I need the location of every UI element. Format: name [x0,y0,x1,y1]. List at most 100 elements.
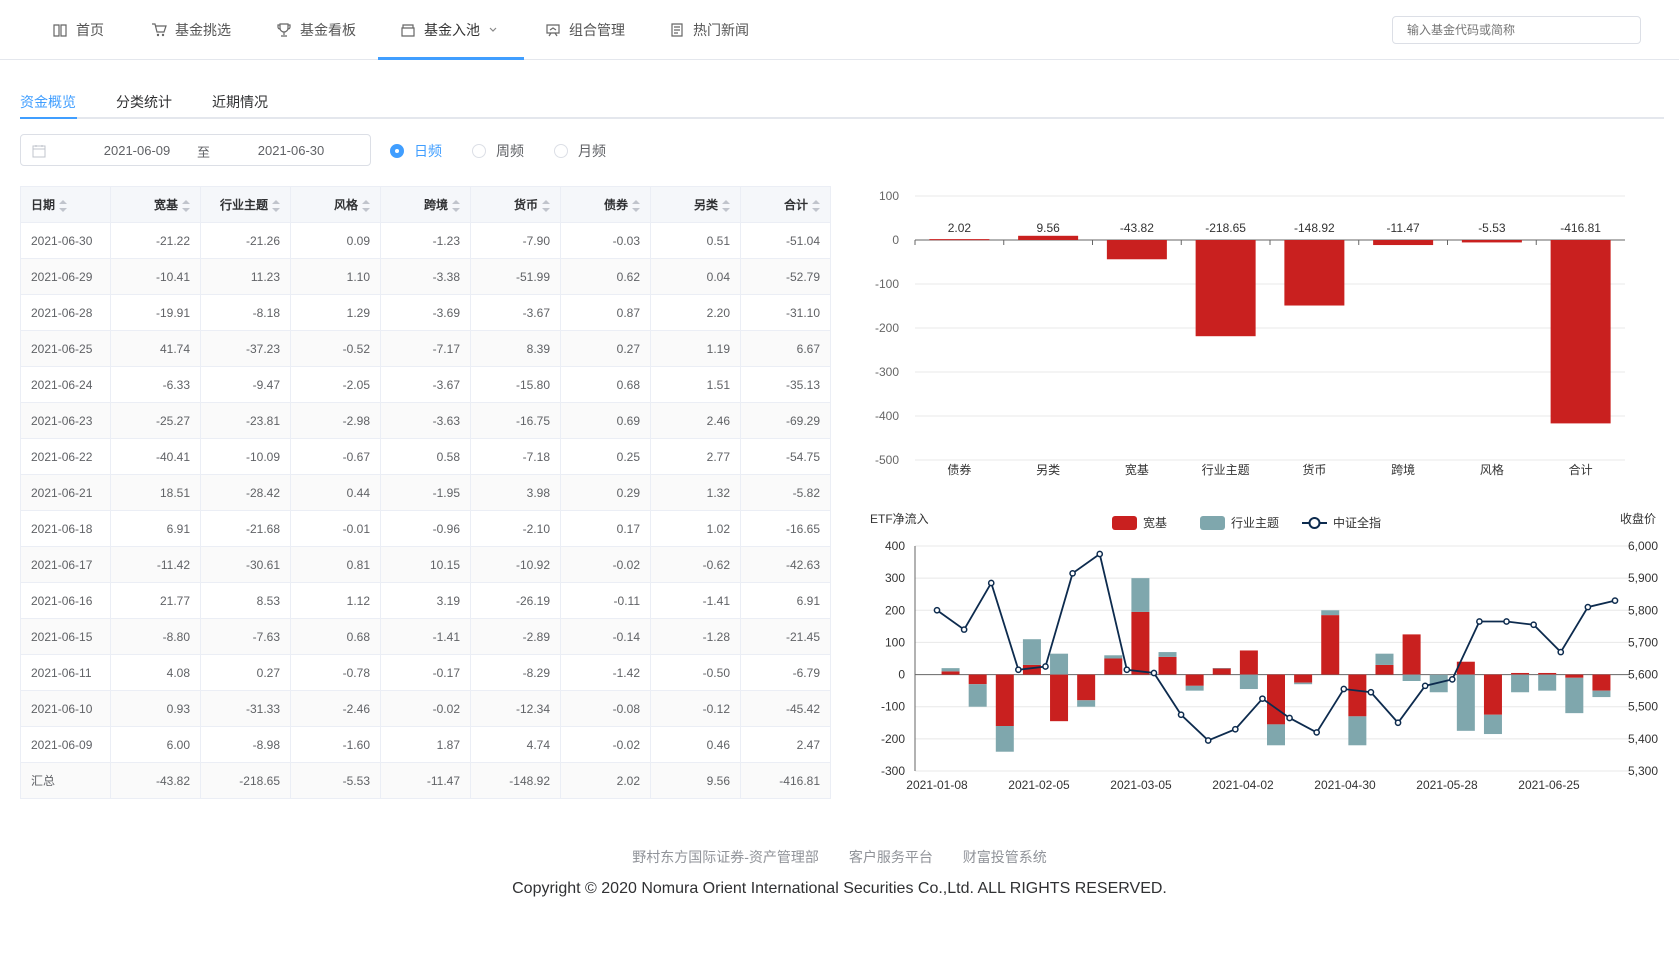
tab-category-stats[interactable]: 分类统计 [116,92,172,112]
bar-broad-based [1321,615,1340,675]
column-header[interactable]: 合计 [740,186,831,223]
column-header[interactable]: 风格 [290,186,381,223]
fund-flow-table: 日期 宽基 行业主题 风格 跨境 货币 债券 另类 合计 2021-06-30 -21.22 -21… [20,186,831,799]
news-icon [671,23,683,37]
table-cell: 8.53 [200,582,291,619]
sort-icon[interactable] [272,199,280,212]
column-header[interactable]: 日期 [20,186,111,223]
bar-industry-theme [968,684,987,707]
data-label: 9.56 [1036,221,1060,235]
radio-monthly[interactable]: 月频 [554,141,606,161]
table-cell: -7.18 [470,438,561,475]
table-cell: -19.91 [110,294,201,331]
index-point [1367,688,1375,696]
table-cell: -10.09 [200,438,291,475]
table-cell: -1.23 [380,222,471,259]
bar-broad-based [1239,650,1258,675]
end-date[interactable]: 2021-06-30 [236,143,346,158]
bar-industry-theme [941,668,960,672]
table-cell: 2021-06-28 [20,294,111,331]
x-tick-label: 风格 [1480,462,1504,477]
date-range-picker[interactable]: 2021-06-09 至 2021-06-30 [20,134,371,166]
column-header-label: 风格 [333,198,358,212]
column-header[interactable]: 跨境 [380,186,471,223]
table-cell: 41.74 [110,330,201,367]
column-header-label: 宽基 [153,198,178,212]
table-cell: 1.10 [290,258,381,295]
sort-icon[interactable] [542,199,550,212]
table-cell: -10.41 [110,258,201,295]
table-cell: -45.42 [740,690,831,727]
column-header[interactable]: 债券 [560,186,651,223]
table-cell: 2.47 [740,726,831,763]
y2-tick-label: 5,800 [1628,603,1658,617]
nav-label: 首页 [76,22,104,38]
sort-icon[interactable] [182,199,190,212]
table-cell: -2.05 [290,366,381,403]
footer-link-asset-mgmt[interactable]: 野村东方国际证券-资产管理部 [632,849,819,865]
data-label: -5.53 [1478,221,1506,235]
table-header-row: 日期 宽基 行业主题 风格 跨境 货币 债券 另类 合计 [20,186,831,223]
index-point [1530,621,1537,629]
column-header-label: 跨境 [423,198,448,212]
y2-axis-title: 收盘价 [1620,511,1656,526]
sort-icon[interactable] [632,199,640,212]
nav-item-portfolio[interactable]: 组合管理 [545,0,625,60]
column-header[interactable]: 行业主题 [200,186,291,223]
radio-daily[interactable]: 日频 [390,141,442,161]
legend-swatch [1200,516,1225,530]
footer-link-wealth-system[interactable]: 财富投管系统 [963,849,1047,865]
column-header[interactable]: 宽基 [110,186,201,223]
start-date[interactable]: 2021-06-09 [82,143,192,158]
table-cell: -11.42 [110,546,201,583]
table-cell: 2.46 [650,402,741,439]
table-row: 2021-06-30 -21.22 -21.26 0.09 -1.23 -7.90 -0.0… [20,222,831,259]
table-cell: 0.09 [290,222,381,259]
table-cell: 汇总 [20,762,111,799]
nav-item-home[interactable]: 首页 [52,0,104,60]
table-cell: 9.56 [650,762,741,799]
column-header[interactable]: 另类 [650,186,741,223]
table-cell: -218.65 [200,762,291,799]
etf-flow-combo-chart: ETF净流入 收盘价 宽基 行业主题 中证全指 400 6,000 300 5,900 200 5,… [870,511,1658,792]
sort-icon[interactable] [362,199,370,212]
bar-broad-based [1185,674,1204,686]
x-tick-label: 宽基 [1125,462,1149,477]
sort-icon[interactable] [812,199,820,212]
radio-dot [390,144,404,158]
sort-icon[interactable] [722,199,730,212]
table-cell: -15.80 [470,366,561,403]
index-point [960,626,968,633]
tab-fund-overview[interactable]: 资金概览 [20,92,76,112]
table-cell: 1.12 [290,582,381,619]
bar-industry-theme [1375,653,1394,665]
radio-weekly[interactable]: 周频 [472,141,524,161]
sort-icon[interactable] [452,199,460,212]
radio-label: 日频 [414,143,442,159]
nav-item-news[interactable]: 热门新闻 [669,0,749,60]
table-cell: 3.98 [470,474,561,511]
fund-search-input[interactable] [1392,16,1641,44]
index-point [1231,725,1239,733]
nav-item-fund-select[interactable]: 基金挑选 [151,0,231,60]
bar [1461,240,1522,243]
table-cell: -69.29 [740,402,831,439]
sort-icon[interactable] [59,199,68,212]
tab-active-indicator [20,117,77,119]
bar-broad-based [1294,674,1313,683]
y-tick-label: 300 [885,571,905,585]
nav-label: 热门新闻 [693,22,749,38]
x-tick-label: 2021-02-05 [1008,778,1070,792]
table-cell: -42.63 [740,546,831,583]
bar-industry-theme [1321,610,1340,616]
nav-item-fund-pool[interactable]: 基金入池 [400,0,506,60]
nav-item-fund-board[interactable]: 基金看板 [276,0,356,60]
nav-label: 基金挑选 [175,22,231,38]
column-header[interactable]: 货币 [470,186,561,223]
index-point [1611,597,1619,604]
bar-broad-based [1104,658,1123,675]
table-cell: -0.50 [650,654,741,691]
tab-recent[interactable]: 近期情况 [212,92,268,112]
footer-link-client-service[interactable]: 客户服务平台 [849,849,933,865]
trophy-icon [277,23,291,37]
